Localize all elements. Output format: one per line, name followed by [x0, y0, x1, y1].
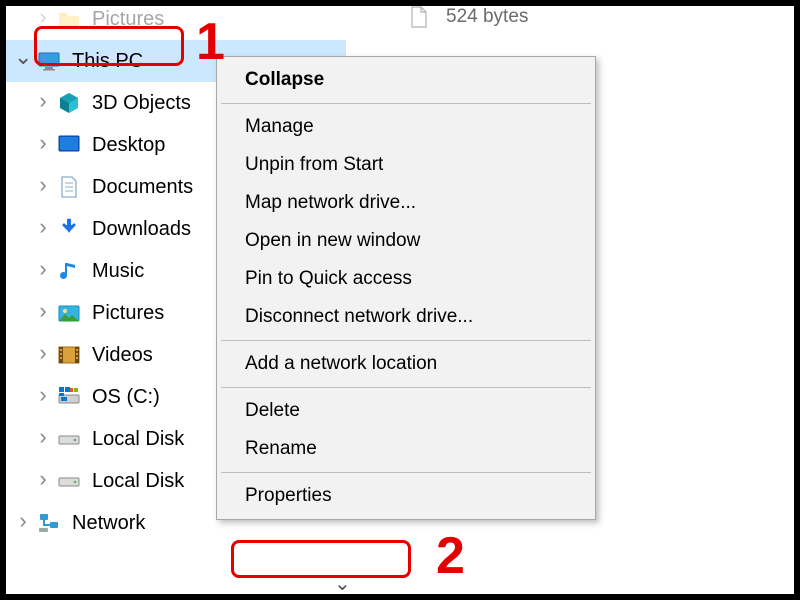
this-pc-icon [36, 48, 62, 74]
chevron-down-icon[interactable] [14, 48, 32, 74]
3d-objects-icon [56, 90, 82, 116]
documents-icon [56, 174, 82, 200]
music-icon [56, 258, 82, 284]
videos-icon [56, 342, 82, 368]
chevron-right-icon[interactable] [34, 258, 52, 284]
network-icon [36, 510, 62, 536]
menu-item-disconnect-drive[interactable]: Disconnect network drive... [219, 298, 593, 336]
menu-item-add-network-location[interactable]: Add a network location [219, 345, 593, 383]
chevron-right-icon[interactable] [34, 426, 52, 452]
chevron-right-icon[interactable] [34, 174, 52, 200]
tree-item-label: OS (C:) [92, 386, 160, 409]
menu-item-pin-quick-access[interactable]: Pin to Quick access [219, 260, 593, 298]
chevron-right-icon[interactable] [34, 342, 52, 368]
chevron-right-icon[interactable] [34, 384, 52, 410]
context-menu: Collapse Manage Unpin from Start Map net… [216, 56, 596, 520]
menu-item-delete[interactable]: Delete [219, 392, 593, 430]
tree-item-label: Pictures [92, 8, 164, 31]
chevron-right-icon[interactable] [14, 510, 32, 536]
chevron-right-icon[interactable] [34, 216, 52, 242]
folder-icon [56, 6, 82, 32]
tree-item-label: Documents [92, 176, 193, 199]
menu-item-map-drive[interactable]: Map network drive... [219, 184, 593, 222]
menu-separator [221, 103, 591, 104]
tree-item-label: 3D Objects [92, 92, 191, 115]
chevron-right-icon[interactable] [34, 6, 52, 32]
menu-item-properties[interactable]: Properties [219, 477, 593, 515]
tree-item-label: Music [92, 260, 144, 283]
tree-item-label: Local Disk [92, 470, 184, 493]
drive-icon [56, 426, 82, 452]
pictures-icon [56, 300, 82, 326]
chevron-right-icon[interactable] [34, 468, 52, 494]
menu-item-collapse[interactable]: Collapse [219, 61, 593, 99]
menu-item-open-new-window[interactable]: Open in new window [219, 222, 593, 260]
file-size: 524 bytes [446, 6, 528, 28]
file-list-row[interactable]: 524 bytes [406, 4, 528, 30]
drive-os-icon [56, 384, 82, 410]
callout-box-2 [231, 540, 411, 578]
tree-item-label: Local Disk [92, 428, 184, 451]
desktop-icon [56, 132, 82, 158]
drive-icon [56, 468, 82, 494]
menu-separator [221, 340, 591, 341]
tree-item-label: Desktop [92, 134, 165, 157]
menu-item-rename[interactable]: Rename [219, 430, 593, 468]
menu-item-unpin[interactable]: Unpin from Start [219, 146, 593, 184]
tree-item-label: Videos [92, 344, 153, 367]
menu-item-manage[interactable]: Manage [219, 108, 593, 146]
chevron-right-icon[interactable] [34, 90, 52, 116]
menu-separator [221, 387, 591, 388]
callout-number-2: 2 [436, 526, 465, 586]
file-icon [406, 4, 432, 30]
tree-item-label: Network [72, 512, 145, 535]
tree-item-label: Pictures [92, 302, 164, 325]
menu-separator [221, 472, 591, 473]
chevron-down-icon[interactable]: ⌄ [334, 571, 351, 596]
tree-item-label: This PC [72, 50, 143, 73]
tree-item-label: Downloads [92, 218, 191, 241]
tree-item-pictures-top[interactable]: Pictures [6, 0, 346, 40]
downloads-icon [56, 216, 82, 242]
chevron-right-icon[interactable] [34, 300, 52, 326]
chevron-right-icon[interactable] [34, 132, 52, 158]
